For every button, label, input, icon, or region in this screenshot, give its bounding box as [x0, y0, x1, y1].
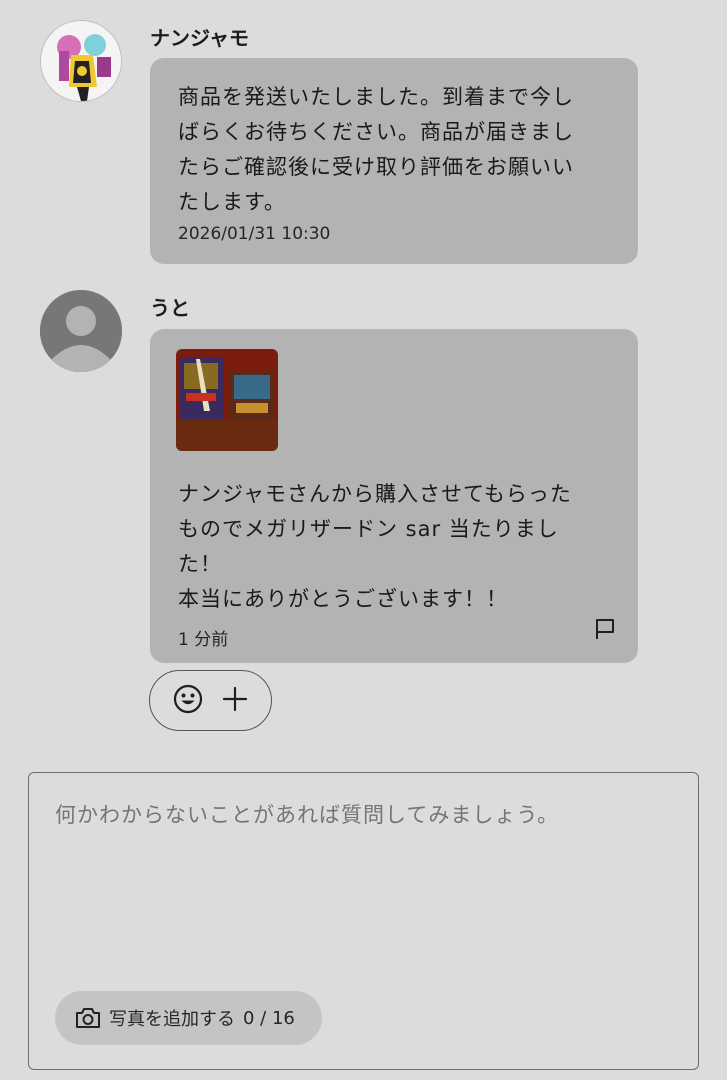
message-bubble: ナンジャモさんから購入させてもらった ものでメガリザードン sar 当たりまし …: [150, 329, 638, 663]
plus-icon[interactable]: [221, 685, 249, 717]
smile-emoji-icon[interactable]: [172, 683, 204, 719]
message-timestamp: 2026/01/31 10:30: [178, 224, 331, 244]
message-input[interactable]: [55, 799, 675, 895]
message-text: ナンジャモさんから購入させてもらった ものでメガリザードン sar 当たりまし …: [178, 482, 572, 611]
add-photo-button[interactable]: 写真を追加する 0 / 16: [55, 991, 322, 1045]
seller-avatar[interactable]: [40, 20, 122, 102]
photo-count: 0 / 16: [243, 1007, 295, 1029]
sender-name: うと: [150, 296, 190, 320]
message-bubble: 商品を発送いたしました。到着まで今し ばらくお待ちください。商品が届きまし たら…: [150, 58, 638, 264]
camera-icon: [75, 1006, 101, 1030]
message-text: 商品を発送いたしました。到着まで今し ばらくお待ちください。商品が届きまし たら…: [178, 85, 574, 214]
message-composer[interactable]: 写真を追加する 0 / 16: [28, 772, 699, 1070]
flag-icon[interactable]: [594, 617, 616, 641]
add-photo-label: 写真を追加する: [109, 1009, 235, 1030]
message-timestamp: 1 分前: [178, 630, 229, 650]
reaction-bar: [149, 670, 272, 731]
default-avatar-icon: [40, 290, 122, 372]
sender-name: ナンジャモ: [150, 26, 249, 50]
attached-photo[interactable]: [176, 349, 278, 451]
user-avatar[interactable]: [40, 290, 122, 372]
